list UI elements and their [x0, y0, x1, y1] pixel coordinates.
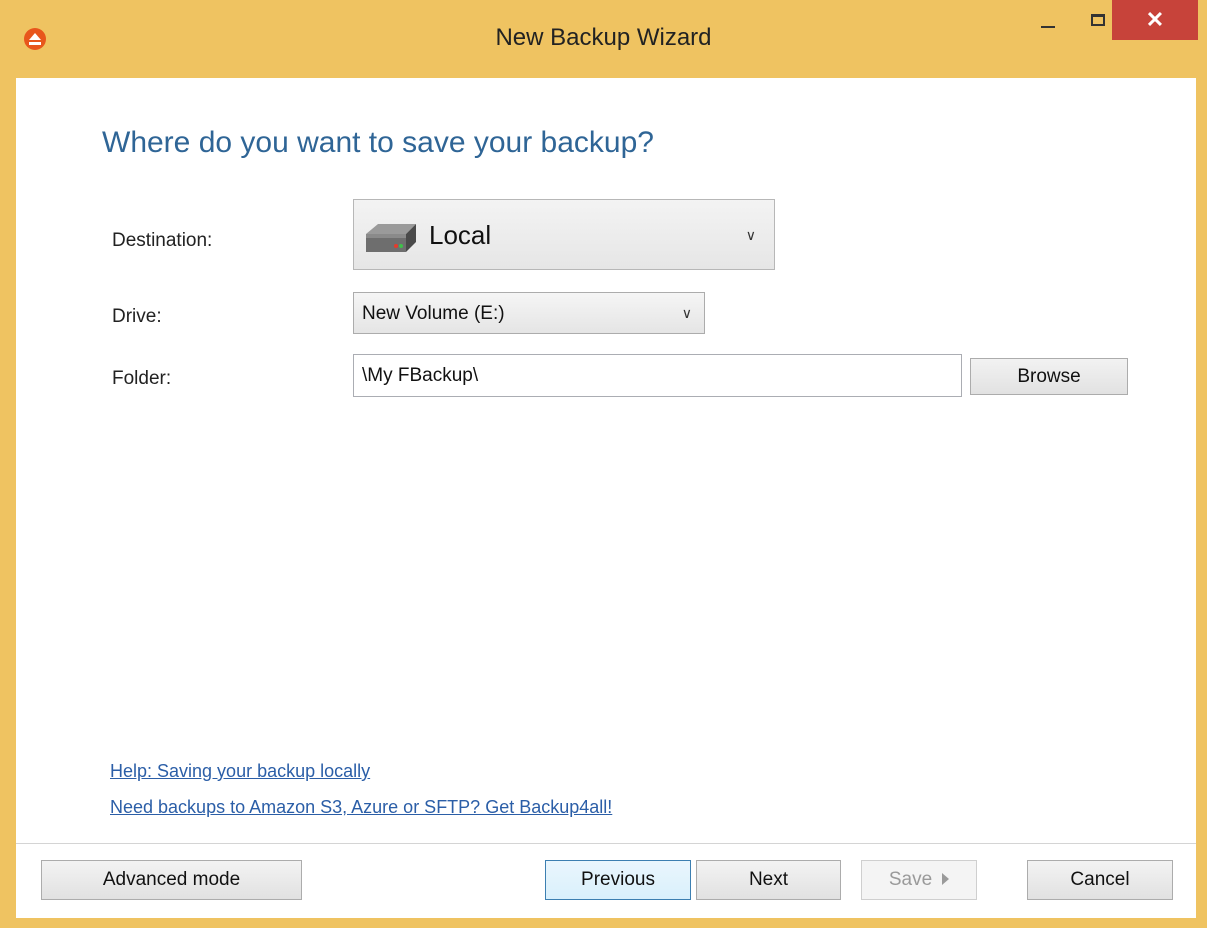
chevron-down-icon: ∨: [745, 227, 756, 243]
wizard-window: New Backup Wizard ✕ Where do you want to…: [0, 0, 1207, 928]
arrow-right-icon: [942, 873, 950, 885]
minimize-icon: [1041, 26, 1055, 28]
save-label: Save: [888, 869, 933, 890]
footer-divider: [16, 843, 1196, 844]
destination-value: Local: [429, 220, 492, 250]
browse-button[interactable]: Browse: [970, 358, 1128, 395]
next-button[interactable]: Next: [696, 860, 841, 900]
wizard-content: Where do you want to save your backup? D…: [16, 78, 1196, 918]
previous-label: Previous: [581, 869, 655, 890]
folder-input[interactable]: [353, 354, 962, 397]
next-label: Next: [748, 869, 789, 890]
cancel-label: Cancel: [1070, 869, 1130, 890]
help-link[interactable]: Help: Saving your backup locally: [110, 761, 370, 782]
advanced-mode-label: Advanced mode: [102, 869, 241, 890]
previous-button[interactable]: Previous: [545, 860, 691, 900]
folder-label: Folder:: [112, 368, 172, 389]
drive-dropdown[interactable]: New Volume (E:) ∨: [353, 292, 705, 334]
minimize-button[interactable]: [1025, 0, 1071, 40]
cancel-button[interactable]: Cancel: [1027, 860, 1173, 900]
maximize-icon: [1091, 14, 1105, 26]
close-button[interactable]: ✕: [1112, 0, 1198, 40]
drive-value: New Volume (E:): [362, 303, 505, 324]
save-button[interactable]: Save: [861, 860, 977, 900]
hard-drive-icon: [366, 224, 416, 252]
destination-label: Destination:: [112, 230, 213, 251]
destination-dropdown[interactable]: Local ∨: [353, 199, 775, 270]
close-icon: ✕: [1145, 7, 1165, 32]
advanced-mode-button[interactable]: Advanced mode: [41, 860, 302, 900]
drive-label: Drive:: [112, 306, 162, 327]
page-heading: Where do you want to save your backup?: [102, 126, 654, 159]
title-bar[interactable]: New Backup Wizard ✕: [0, 0, 1207, 78]
backup4all-link[interactable]: Need backups to Amazon S3, Azure or SFTP…: [110, 797, 612, 818]
chevron-down-icon: ∨: [681, 305, 692, 321]
